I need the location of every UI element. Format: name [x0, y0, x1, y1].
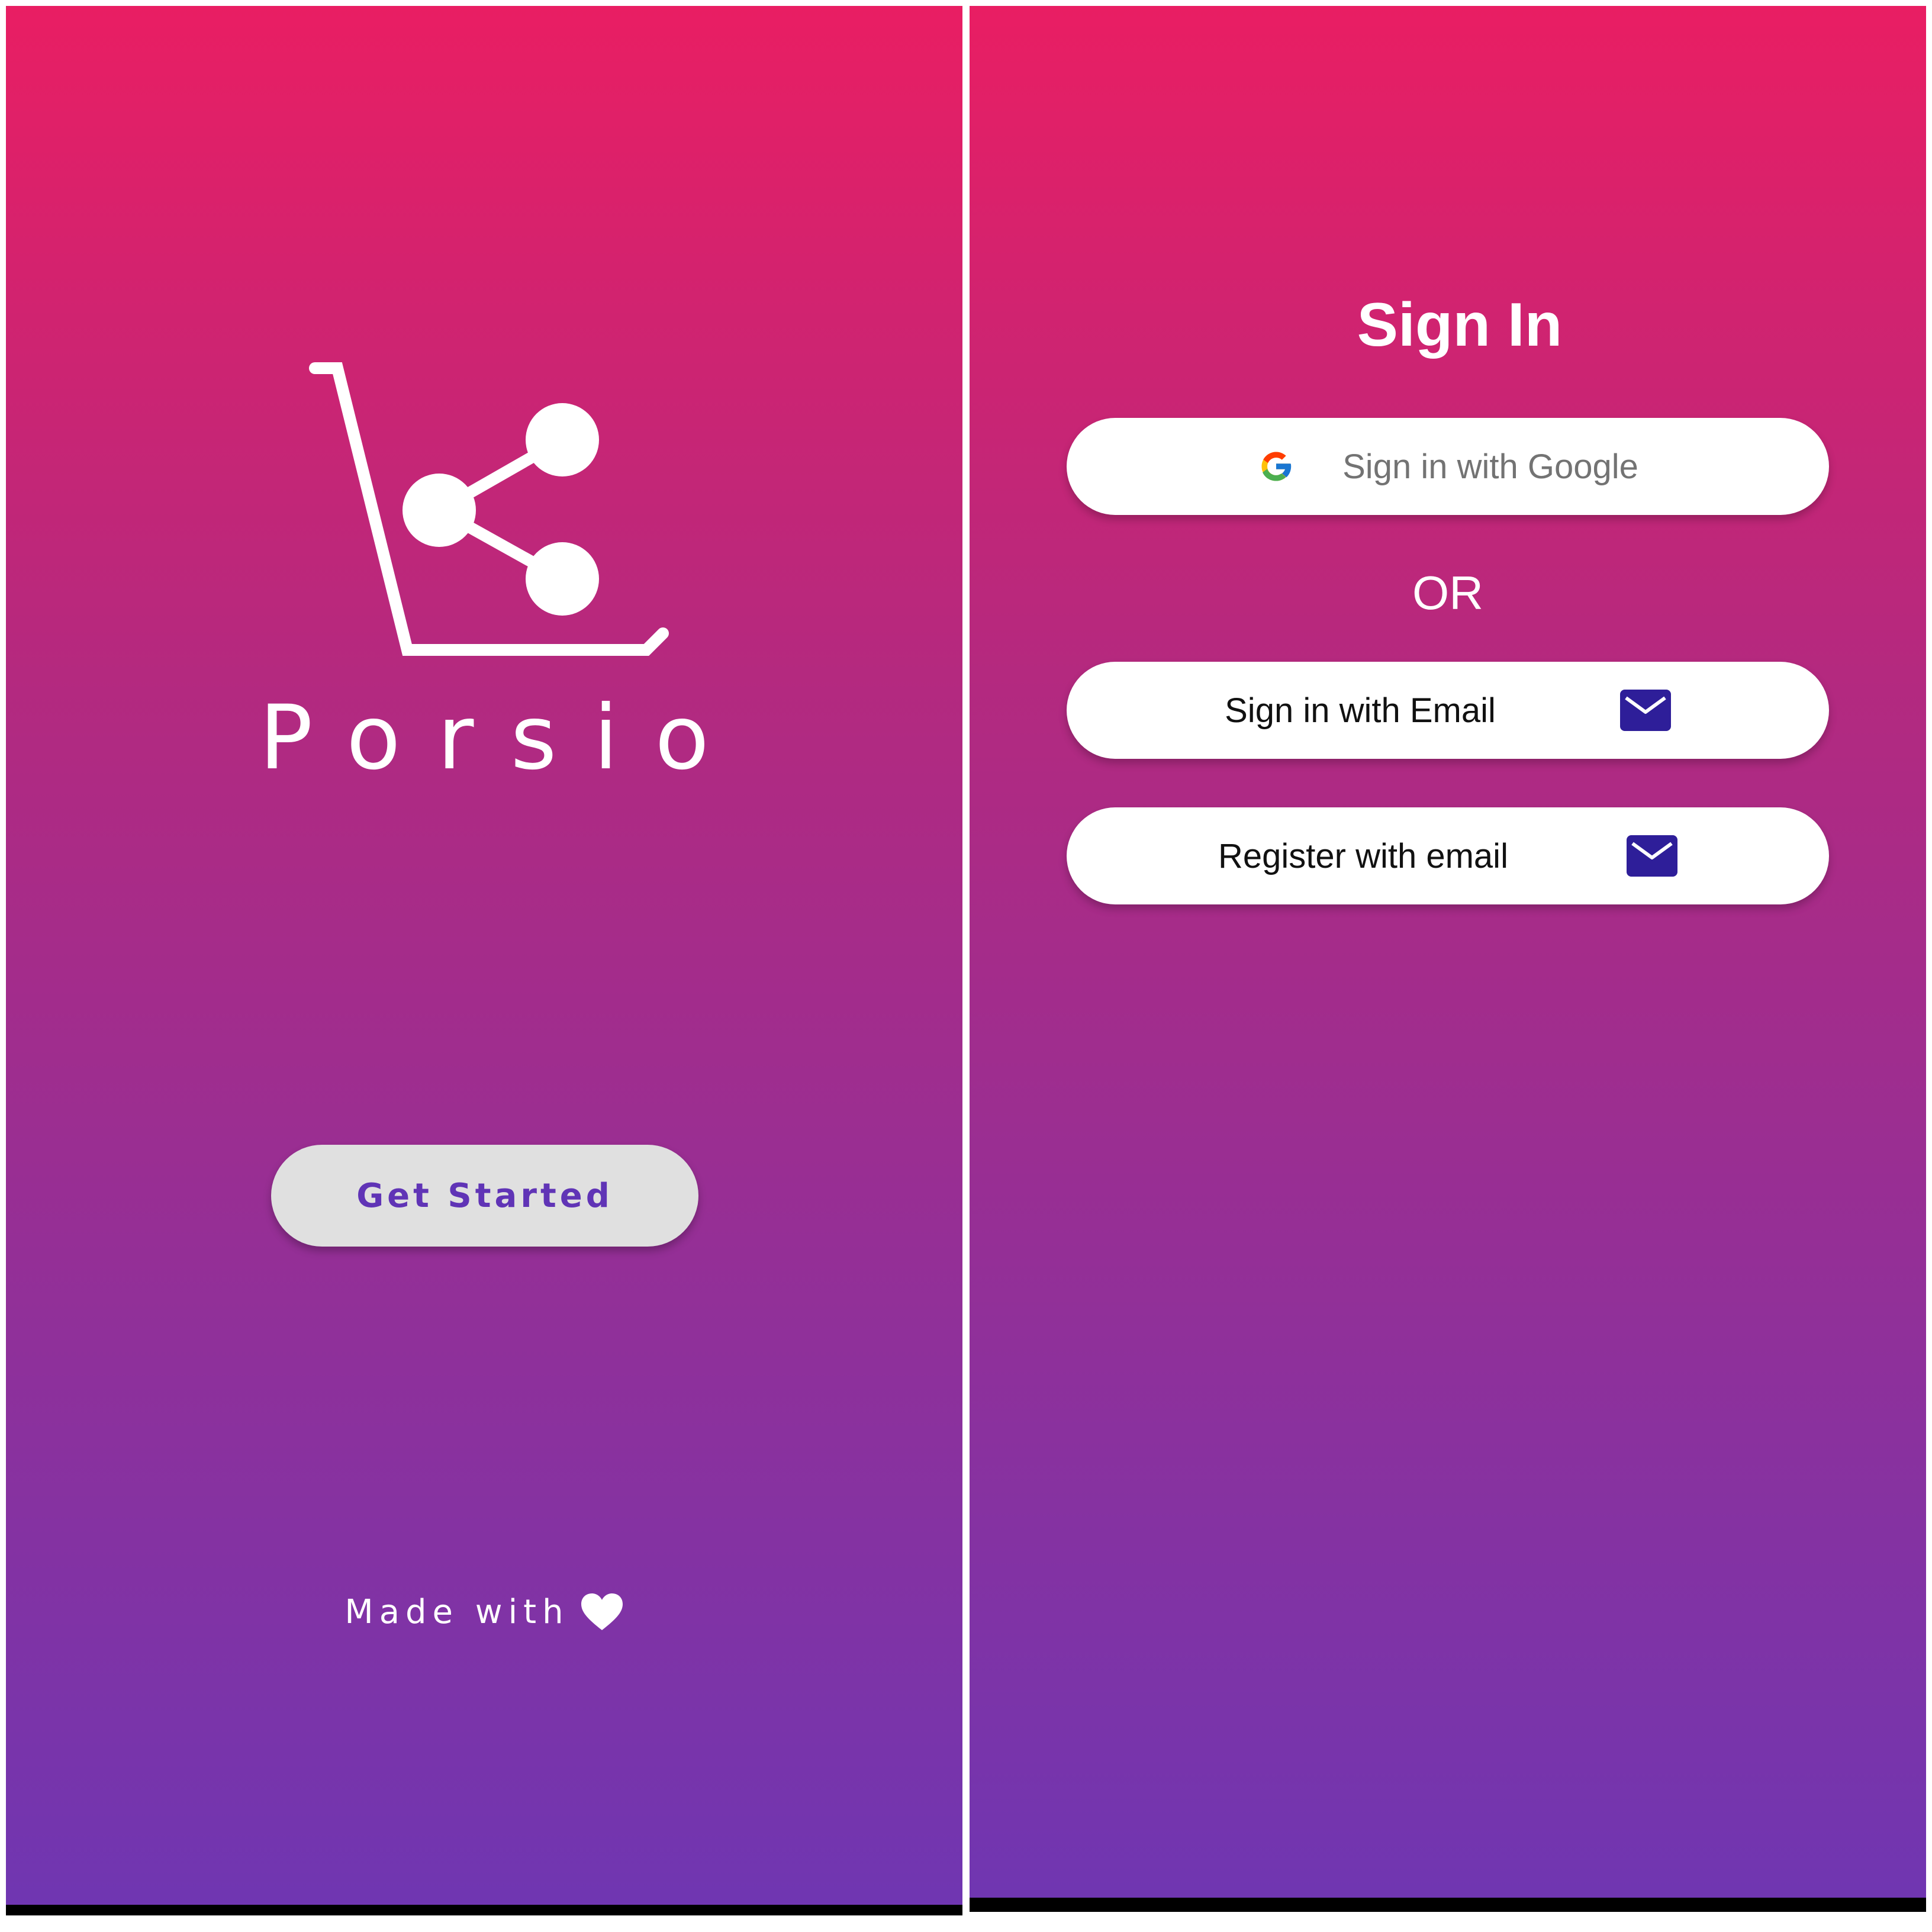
made-with-footer: Made with [6, 1592, 962, 1631]
register-email-label: Register with email [1218, 836, 1508, 875]
splash-screen: Porsio Get Started Made with [6, 6, 962, 1915]
envelope-icon [1626, 835, 1677, 877]
signin-screen: Sign In Sign in with Google OR Sign in w… [970, 6, 1926, 1912]
nav-bar-strip [6, 1905, 962, 1915]
google-signin-button[interactable]: Sign in with Google [1067, 418, 1829, 515]
cart-share-icon [309, 362, 669, 656]
app-brand-name: Porsio [259, 687, 746, 790]
envelope-icon [1619, 690, 1671, 731]
register-email-button[interactable]: Register with email [1067, 807, 1829, 904]
or-divider: OR [1412, 566, 1483, 619]
email-signin-label: Sign in with Email [1225, 691, 1496, 730]
email-signin-button[interactable]: Sign in with Email [1067, 662, 1829, 759]
page-title: Sign In [1357, 291, 1563, 359]
heart-icon [581, 1593, 623, 1630]
google-g-icon [1261, 452, 1292, 481]
made-with-text: Made with [344, 1592, 569, 1631]
google-signin-label: Sign in with Google [1342, 447, 1638, 486]
get-started-button[interactable]: Get Started [271, 1145, 698, 1247]
nav-bar-strip [970, 1898, 1926, 1912]
